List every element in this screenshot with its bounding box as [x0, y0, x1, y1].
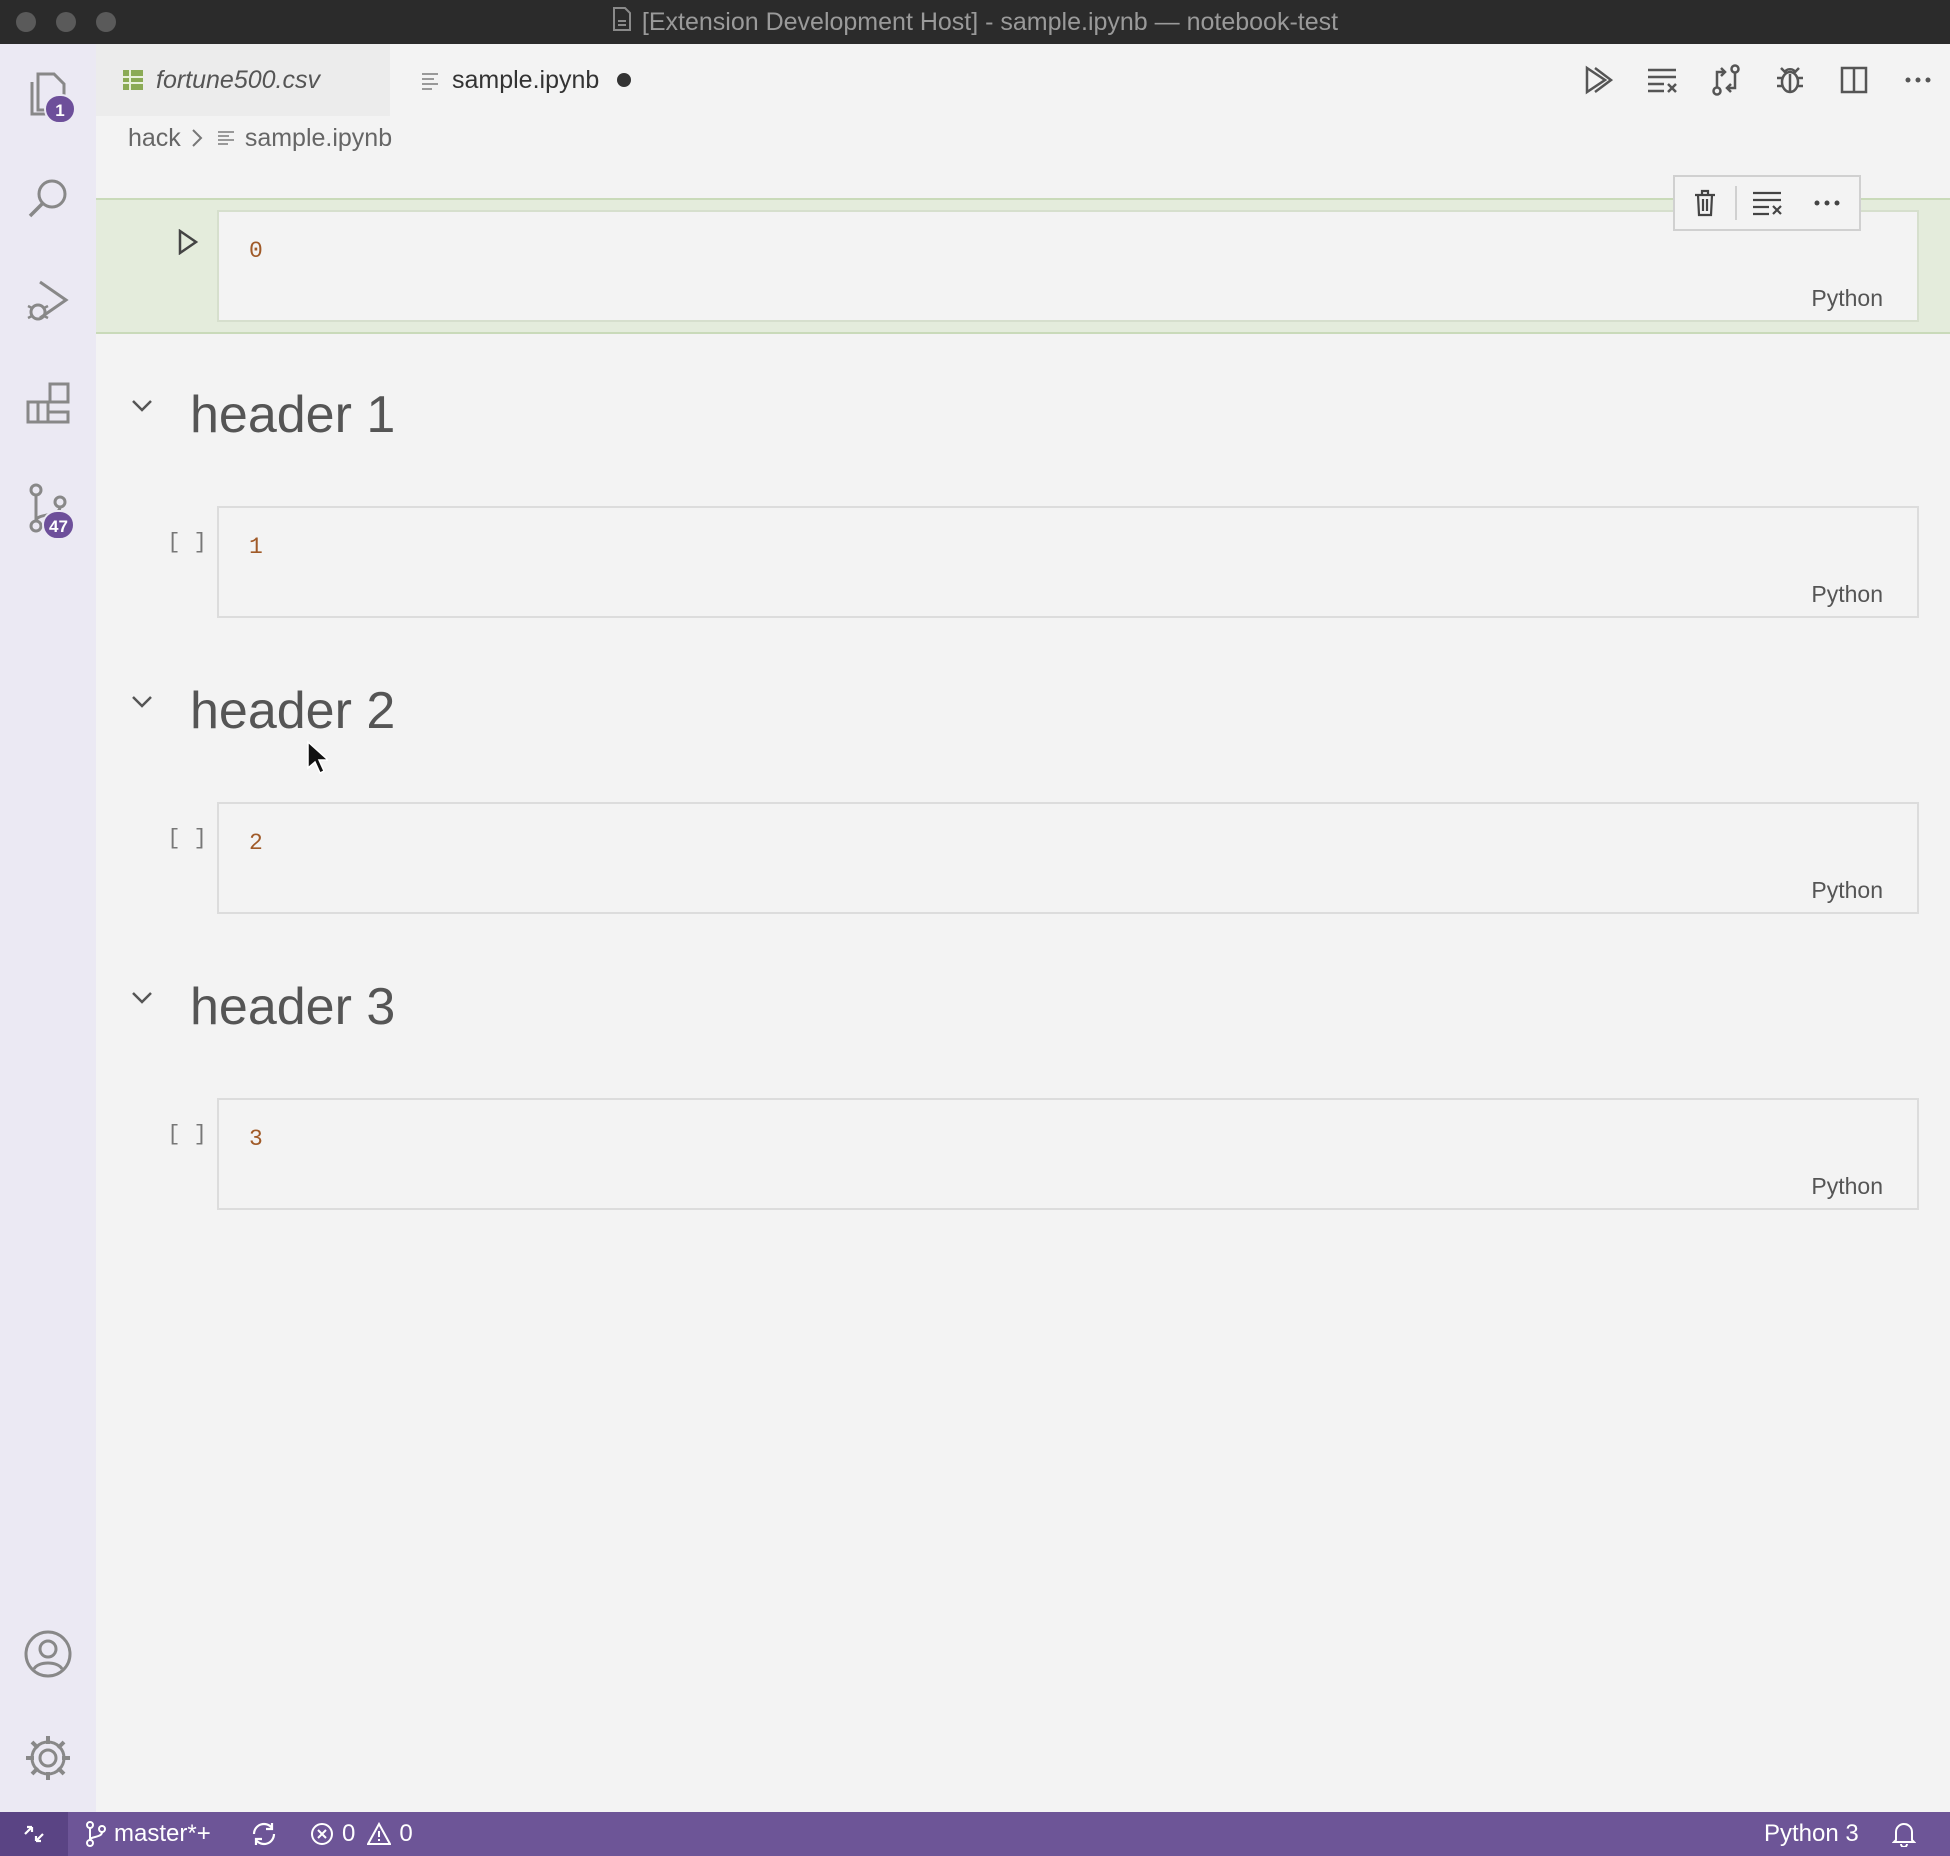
breadcrumb-folder[interactable]: hack [128, 124, 181, 153]
branch-name: master*+ [114, 1820, 211, 1847]
gear-icon [26, 1736, 70, 1780]
notebook-editor: 0 Python header 1 [ ] 1 Python header 2 … [96, 160, 1950, 1812]
bell-icon [1892, 1823, 1916, 1847]
code-cell[interactable]: 2 Python [217, 802, 1919, 914]
markdown-cell[interactable]: header 3 [122, 972, 395, 1042]
code-cell[interactable]: 1 Python [217, 506, 1919, 618]
clear-all-icon [1648, 68, 1677, 93]
notifications-button[interactable] [1892, 1812, 1924, 1856]
remote-button[interactable] [0, 1812, 68, 1856]
chevron-right-icon [191, 128, 203, 148]
tab-label: fortune500.csv [156, 65, 320, 94]
more-actions-button[interactable] [1886, 48, 1950, 112]
markdown-heading: header 3 [190, 978, 396, 1036]
play-icon [178, 229, 199, 255]
warning-count: 0 [399, 1820, 413, 1847]
markdown-cell[interactable]: header 2 [122, 676, 395, 746]
cell-source[interactable]: 2 [249, 830, 263, 856]
source-control-badge: 47 [42, 510, 75, 540]
split-editor-button[interactable] [1822, 48, 1886, 112]
cell-language[interactable]: Python [1811, 1173, 1883, 1200]
window-title: [Extension Development Host] - sample.ip… [641, 8, 1339, 36]
trash-icon [1695, 189, 1715, 217]
tab-label: sample.ipynb [452, 65, 600, 94]
execution-count[interactable]: [ ] [162, 826, 212, 851]
editor-actions [1566, 44, 1950, 116]
run-debug-icon [27, 280, 69, 321]
status-bar: master*+ 0 0 Python 3 [0, 1812, 1950, 1856]
clear-all-outputs-button[interactable] [1630, 48, 1694, 112]
chevron-down-icon[interactable] [122, 682, 162, 722]
run-all-cells-button[interactable] [1566, 48, 1630, 112]
debug-button[interactable] [1758, 48, 1822, 112]
kernel-status[interactable]: Python 3 [1764, 1812, 1859, 1856]
notebook-file-icon [217, 129, 235, 147]
chevron-down-icon[interactable] [122, 978, 162, 1018]
accounts-button[interactable] [18, 1624, 78, 1684]
ellipsis-icon [1905, 77, 1931, 83]
bug-icon [1777, 67, 1803, 94]
cell-language[interactable]: Python [1811, 285, 1883, 312]
clear-output-icon [1753, 191, 1782, 216]
cell-source[interactable]: 0 [249, 238, 263, 264]
remote-icon [24, 1825, 44, 1843]
code-cell[interactable]: 3 Python [217, 1098, 1919, 1210]
unsaved-changes-dot[interactable] [617, 73, 632, 87]
problems-status[interactable]: 0 0 [310, 1812, 413, 1856]
branch-status[interactable]: master*+ [86, 1812, 211, 1856]
cell-language[interactable]: Python [1811, 581, 1883, 608]
extensions-icon [26, 382, 70, 424]
chevron-down-icon[interactable] [122, 386, 162, 426]
manage-button[interactable] [18, 1728, 78, 1788]
split-editor-icon [1840, 66, 1868, 94]
breadcrumb: hack sample.ipynb [128, 116, 392, 160]
mouse-cursor-icon [306, 740, 330, 781]
warning-icon [367, 1822, 392, 1845]
extensions-button[interactable] [18, 374, 78, 434]
breadcrumb-file[interactable]: sample.ipynb [245, 124, 392, 153]
window-title-area: [Extension Development Host] - sample.ip… [0, 0, 1950, 44]
tab-sample-ipynb[interactable]: sample.ipynb [390, 44, 766, 116]
editor-tab-bar: fortune500.csv sample.ipynb [96, 44, 1950, 116]
account-icon [24, 1630, 72, 1678]
execution-count[interactable]: [ ] [162, 530, 212, 555]
activity-bar: 1 47 [0, 44, 96, 1812]
cell-source[interactable]: 3 [249, 1126, 263, 1152]
ellipsis-icon [1814, 200, 1840, 206]
title-bar: [Extension Development Host] - sample.ip… [0, 0, 1950, 44]
document-icon [612, 1, 632, 45]
cell-source[interactable]: 1 [249, 534, 263, 560]
kernel-name: Python 3 [1764, 1820, 1859, 1847]
error-icon [311, 1823, 333, 1845]
clear-cell-output-button[interactable] [1737, 177, 1797, 229]
explorer-badge: 1 [44, 94, 76, 124]
code-cell[interactable]: 0 Python [217, 210, 1919, 322]
markdown-heading: header 2 [190, 682, 396, 740]
delete-cell-button[interactable] [1675, 177, 1735, 229]
git-branch-icon [86, 1821, 106, 1847]
git-compare-icon [1712, 64, 1740, 96]
sync-icon [252, 1822, 276, 1846]
cell-more-actions-button[interactable] [1797, 177, 1857, 229]
markdown-heading: header 1 [190, 386, 396, 444]
run-all-icon [1585, 65, 1613, 95]
search-button[interactable] [18, 168, 78, 228]
explorer-button[interactable]: 1 [18, 64, 78, 124]
error-count: 0 [342, 1820, 356, 1847]
spreadsheet-icon [123, 70, 143, 90]
compare-changes-button[interactable] [1694, 48, 1758, 112]
sync-button[interactable] [250, 1812, 286, 1856]
search-icon [28, 179, 67, 218]
run-and-debug-button[interactable] [18, 270, 78, 330]
cell-language[interactable]: Python [1811, 877, 1883, 904]
run-cell-button[interactable] [168, 222, 208, 262]
cell-toolbar [1673, 175, 1861, 231]
markdown-cell[interactable]: header 1 [122, 380, 395, 450]
execution-count[interactable]: [ ] [162, 1122, 212, 1147]
notebook-file-icon [422, 73, 438, 90]
tab-fortune500-csv[interactable]: fortune500.csv [96, 44, 390, 116]
source-control-button[interactable]: 47 [18, 478, 78, 540]
